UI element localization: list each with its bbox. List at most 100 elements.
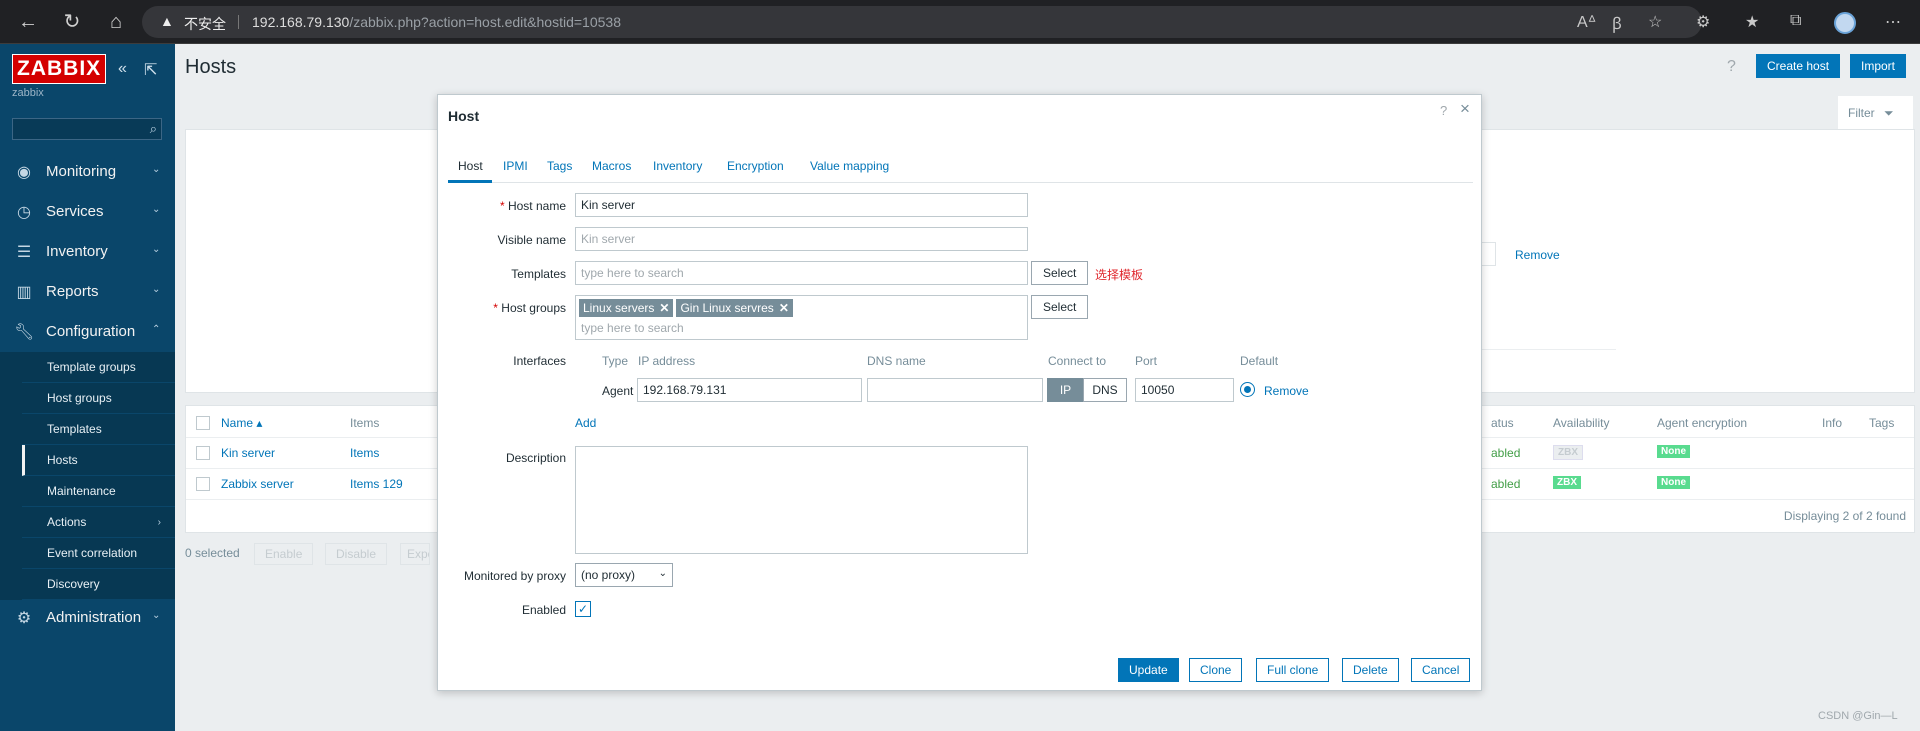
description-textarea[interactable] xyxy=(575,446,1028,554)
submenu-hosts[interactable]: Hosts xyxy=(22,445,175,476)
chevron-right-icon: › xyxy=(157,517,161,528)
host-groups-select-button[interactable]: Select xyxy=(1031,295,1089,319)
iface-remove-link[interactable]: Remove xyxy=(1264,384,1309,398)
favorite-add-icon[interactable]: ☆ xyxy=(1648,12,1662,32)
submenu-actions[interactable]: Actions › xyxy=(22,507,175,538)
menu-monitoring[interactable]: ◉ Monitoring ⌄ xyxy=(0,152,175,192)
submenu-discovery[interactable]: Discovery xyxy=(22,569,175,600)
address-bar[interactable]: ▲ 不安全 192.168.79.130/zabbix.php?action=h… xyxy=(142,6,1702,38)
row-checkbox[interactable] xyxy=(196,446,210,460)
proxy-select[interactable]: (no proxy) ⌄ xyxy=(575,563,673,587)
back-icon[interactable]: ← xyxy=(14,10,42,34)
chevron-down-icon: ⌄ xyxy=(152,610,161,621)
host-groups-input[interactable]: Linux servers ✕ Gin Linux servres ✕ type he… xyxy=(575,295,1028,340)
import-button[interactable]: Import xyxy=(1850,54,1907,78)
kiosk-mode-icon[interactable]: ⇱ xyxy=(144,60,157,80)
iface-dns-input[interactable] xyxy=(867,378,1043,402)
tab-macros[interactable]: Macros xyxy=(592,159,631,173)
zabbix-logo[interactable]: ZABBIX xyxy=(12,54,107,84)
collapse-sidebar-icon[interactable]: « xyxy=(118,60,127,78)
status-link[interactable]: abled xyxy=(1491,446,1520,460)
reload-icon[interactable]: ↻ xyxy=(58,10,86,34)
submenu-host-groups[interactable]: Host groups xyxy=(22,383,175,414)
templates-input[interactable]: type here to search xyxy=(575,261,1028,285)
menu-administration[interactable]: ⚙ Administration ⌄ xyxy=(0,598,175,638)
menu-reports[interactable]: ▥ Reports ⌄ xyxy=(0,272,175,312)
tab-encryption[interactable]: Encryption xyxy=(727,159,784,173)
iface-port-input[interactable]: 10050 xyxy=(1135,378,1234,402)
column-name[interactable]: Name ▴ xyxy=(221,416,262,430)
submenu-template-groups[interactable]: Template groups xyxy=(22,352,175,383)
host-name-link[interactable]: Kin server xyxy=(221,446,275,460)
menu-label: Inventory xyxy=(46,243,108,260)
filter-remove-link[interactable]: Remove xyxy=(1515,248,1560,262)
full-clone-button[interactable]: Full clone xyxy=(1256,658,1330,682)
iface-header-port: Port xyxy=(1135,354,1158,368)
connect-ip-toggle[interactable]: IP xyxy=(1047,378,1084,402)
help-icon[interactable]: ? xyxy=(1440,103,1447,118)
enabled-checkbox[interactable]: ✓ xyxy=(575,601,591,617)
eye-icon: ◉ xyxy=(17,164,31,181)
clone-button[interactable]: Clone xyxy=(1189,658,1243,682)
home-icon[interactable]: ⌂ xyxy=(102,10,130,34)
column-tags: Tags xyxy=(1869,416,1895,430)
tab-inventory[interactable]: Inventory xyxy=(653,159,702,173)
tab-value-mapping[interactable]: Value mapping xyxy=(810,159,889,173)
host-name-input[interactable]: Kin server xyxy=(575,193,1028,217)
tab-host[interactable]: Host xyxy=(458,159,483,173)
host-name-link[interactable]: Zabbix server xyxy=(221,477,294,491)
translate-icon[interactable]: ꞵ xyxy=(1612,12,1622,34)
tab-ipmi[interactable]: IPMI xyxy=(503,159,528,173)
export-button[interactable]: Expo xyxy=(400,543,430,565)
profile-avatar[interactable] xyxy=(1834,12,1856,34)
read-aloud-icon[interactable]: Aᐞ xyxy=(1577,12,1596,32)
collections-icon[interactable]: ⧉ xyxy=(1790,12,1801,30)
tab-tags[interactable]: Tags xyxy=(547,159,572,173)
enable-button[interactable]: Enable xyxy=(254,543,314,565)
server-name: zabbix xyxy=(12,87,44,99)
menu-inventory[interactable]: ☰ Inventory ⌄ xyxy=(0,232,175,272)
more-icon[interactable]: ⋯ xyxy=(1885,12,1901,32)
iface-ip-input[interactable]: 192.168.79.131 xyxy=(637,378,862,402)
row-checkbox[interactable] xyxy=(196,477,210,491)
menu-services[interactable]: ◷ Services ⌄ xyxy=(0,192,175,232)
disable-button[interactable]: Disable xyxy=(325,543,388,565)
menu-configuration[interactable]: 🔧︎ Configuration ⌃ xyxy=(0,312,175,352)
delete-button[interactable]: Delete xyxy=(1342,658,1399,682)
visible-name-placeholder: Kin server xyxy=(581,232,636,246)
sidebar-search-input[interactable]: ⌕ xyxy=(12,118,162,140)
chevron-down-icon: ⌄ xyxy=(152,204,161,215)
help-icon[interactable]: ? xyxy=(1727,58,1736,76)
visible-name-input[interactable]: Kin server xyxy=(575,227,1028,251)
close-icon[interactable]: × xyxy=(1460,99,1470,119)
items-link[interactable]: Items 129 xyxy=(350,477,403,491)
create-host-button[interactable]: Create host xyxy=(1756,54,1841,78)
remove-tag-icon[interactable]: ✕ xyxy=(659,301,669,315)
insecure-label: 不安全 xyxy=(184,16,226,32)
connect-dns-toggle[interactable]: DNS xyxy=(1083,378,1127,402)
chevron-down-icon: ⌄ xyxy=(152,284,161,295)
zbx-badge: ZBX xyxy=(1553,445,1583,460)
url-text[interactable]: 192.168.79.130/zabbix.php?action=host.ed… xyxy=(252,14,621,30)
default-interface-radio[interactable] xyxy=(1240,382,1255,397)
filter-tab[interactable]: Filter ⏷ xyxy=(1838,96,1913,130)
status-link[interactable]: abled xyxy=(1491,477,1520,491)
submenu-actions-label: Actions xyxy=(47,515,87,529)
submenu-event-correlation[interactable]: Event correlation xyxy=(22,538,175,569)
favorites-icon[interactable]: ★ xyxy=(1745,12,1759,32)
extensions-icon[interactable]: ⚙ xyxy=(1696,12,1710,32)
menu-label: Reports xyxy=(46,283,99,300)
update-button[interactable]: Update xyxy=(1118,658,1179,682)
remove-tag-icon[interactable]: ✕ xyxy=(779,301,789,315)
add-interface-link[interactable]: Add xyxy=(575,416,596,430)
submenu-templates[interactable]: Templates xyxy=(22,414,175,445)
cancel-button[interactable]: Cancel xyxy=(1411,658,1471,682)
templates-select-button[interactable]: Select xyxy=(1031,261,1089,285)
host-group-tag-label: Linux servers xyxy=(583,301,655,315)
select-all-checkbox[interactable] xyxy=(196,416,210,430)
submenu-maintenance[interactable]: Maintenance xyxy=(22,476,175,507)
page-title: Hosts xyxy=(185,56,237,78)
search-icon[interactable]: ⌕ xyxy=(150,121,157,137)
interfaces-label: Interfaces xyxy=(513,354,566,368)
items-link[interactable]: Items xyxy=(350,446,379,460)
